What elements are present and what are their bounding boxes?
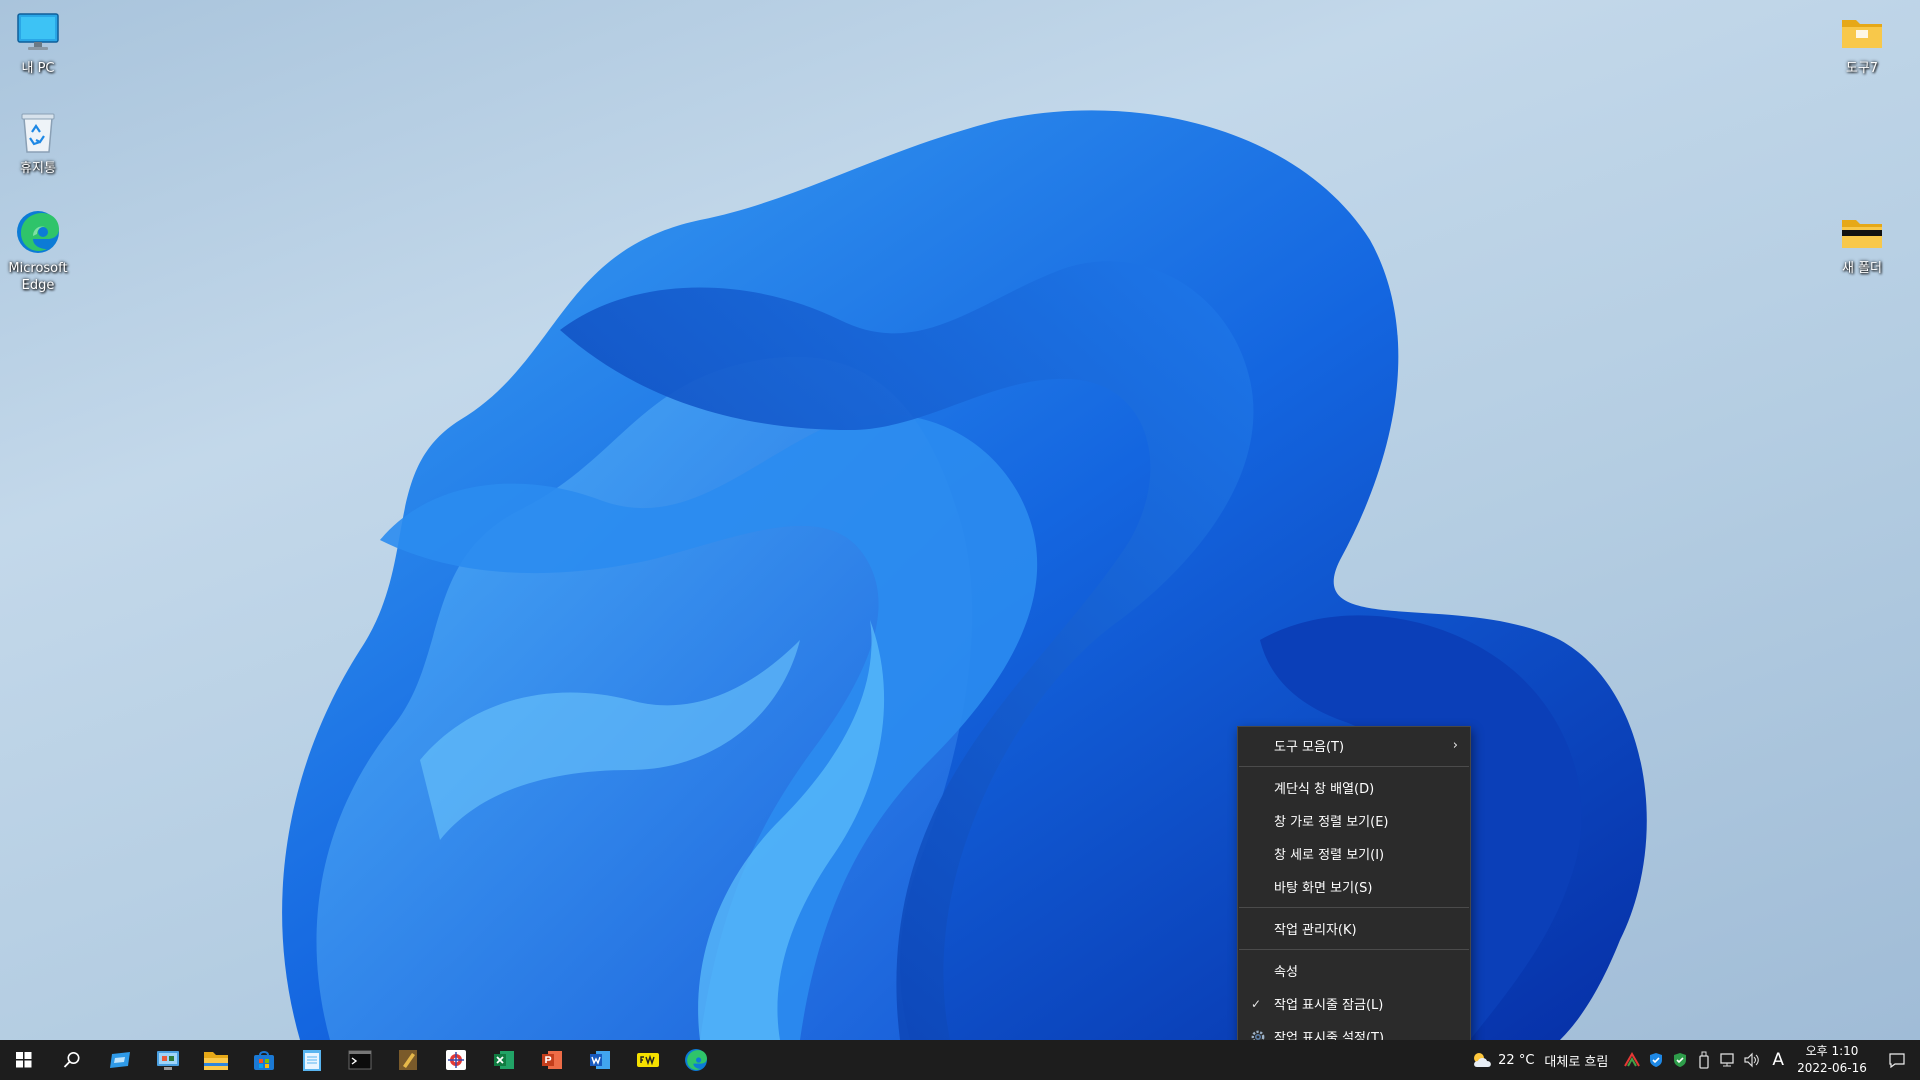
app-tray-icon[interactable] (1620, 1040, 1644, 1080)
taskbar-app-word[interactable] (576, 1040, 624, 1080)
taskbar-app-remote-desktop[interactable] (96, 1040, 144, 1080)
word-icon (590, 1051, 610, 1069)
folder-icon (1838, 8, 1886, 56)
monitor-icon (14, 8, 62, 56)
menu-item-label: 작업 표시줄 잠금(L) (1274, 998, 1384, 1013)
menu-item-cascade-windows[interactable]: 계단식 창 배열(D) (1238, 771, 1470, 804)
powerpoint-icon (542, 1051, 562, 1069)
snipping-app-icon (446, 1050, 466, 1070)
clock-date: 2022-06-16 (1797, 1061, 1867, 1075)
menu-item-label: 바탕 화면 보기(S) (1274, 881, 1373, 896)
desktop-icon-label: 새 폴더 (1841, 261, 1882, 276)
antivirus-shield-icon[interactable] (1668, 1040, 1692, 1080)
edge-icon (14, 208, 62, 256)
volume-icon[interactable] (1740, 1040, 1764, 1080)
weather-icon[interactable] (1470, 1040, 1494, 1080)
control-panel-icon (157, 1051, 179, 1070)
taskbar-app-control-panel[interactable] (144, 1040, 192, 1080)
notes-app-icon (399, 1050, 417, 1070)
desktop-icon-label: 휴지통 (20, 161, 56, 176)
system-tray: 22 °C 대체로 흐림 A 오후 1:10 2022-06-16 (1470, 1040, 1920, 1080)
folder-icon (1838, 208, 1886, 256)
menu-item-label: 작업 관리자(K) (1274, 923, 1357, 938)
clock-time: 오후 1:10 (1805, 1044, 1859, 1058)
start-button[interactable] (0, 1040, 48, 1080)
chevron-right-icon: › (1452, 738, 1458, 753)
taskbar-app-notes[interactable] (384, 1040, 432, 1080)
desktop-icon-recycle-bin[interactable]: 휴지통 (0, 108, 76, 177)
usb-device-icon[interactable] (1692, 1040, 1716, 1080)
search-button[interactable] (48, 1040, 96, 1080)
remote-desktop-icon (110, 1052, 130, 1068)
taskbar-app-edge[interactable] (672, 1040, 720, 1080)
taskbar-app-terminal[interactable] (336, 1040, 384, 1080)
menu-item-task-manager[interactable]: 작업 관리자(K) (1238, 912, 1470, 945)
menu-item-label: 창 세로 정렬 보기(I) (1274, 848, 1385, 863)
desktop-icon-edge[interactable]: Microsoft Edge (0, 208, 76, 294)
taskbar-app-store[interactable] (240, 1040, 288, 1080)
menu-item-show-windows-side-by-side[interactable]: 창 세로 정렬 보기(I) (1238, 837, 1470, 870)
desktop-icon-new-folder[interactable]: 새 폴더 (1824, 208, 1900, 277)
menu-separator (1239, 907, 1469, 908)
network-icon[interactable] (1716, 1040, 1740, 1080)
store-icon (254, 1051, 274, 1070)
search-icon (63, 1052, 80, 1068)
start-icon (16, 1052, 32, 1068)
menu-item-show-desktop[interactable]: 바탕 화면 보기(S) (1238, 870, 1470, 903)
file-explorer-icon (204, 1052, 228, 1070)
clock[interactable]: 오후 1:10 2022-06-16 (1790, 1043, 1874, 1077)
notepad-icon (303, 1050, 321, 1071)
taskbar-app-yellow[interactable] (624, 1040, 672, 1080)
wallpaper-bloom (282, 110, 1647, 1040)
edge-icon (685, 1049, 707, 1071)
menu-item-show-windows-stacked[interactable]: 창 가로 정렬 보기(E) (1238, 804, 1470, 837)
menu-item-label: 도구 모음(T) (1274, 740, 1345, 755)
desktop-icon-folder-tool7[interactable]: 도구7 (1824, 8, 1900, 77)
desktop-icon-my-pc[interactable]: 내 PC (0, 8, 76, 77)
desktop-icon-label: Microsoft Edge (8, 261, 68, 293)
menu-item-properties[interactable]: 속성 (1238, 954, 1470, 987)
security-shield-icon[interactable] (1644, 1040, 1668, 1080)
taskbar-context-menu: 도구 모음(T) › 계단식 창 배열(D) 창 가로 정렬 보기(E) 창 세… (1237, 726, 1471, 1068)
desktop-icon-label: 도구7 (1845, 61, 1879, 76)
recycle-bin-icon (14, 108, 62, 156)
taskbar-app-file-explorer[interactable] (192, 1040, 240, 1080)
excel-icon (494, 1051, 514, 1069)
taskbar-app-powerpoint[interactable] (528, 1040, 576, 1080)
desktop-icon-label: 내 PC (21, 61, 55, 76)
menu-item-label: 속성 (1274, 965, 1298, 980)
checkmark-icon: ✓ (1251, 996, 1262, 1011)
yellow-app-icon (637, 1053, 659, 1067)
menu-item-lock-taskbar[interactable]: ✓ 작업 표시줄 잠금(L) (1238, 987, 1470, 1020)
taskbar-app-notepad[interactable] (288, 1040, 336, 1080)
menu-item-label: 창 가로 정렬 보기(E) (1274, 815, 1389, 830)
terminal-icon (348, 1050, 372, 1070)
weather-temperature[interactable]: 22 °C (1498, 1053, 1534, 1068)
taskbar: 22 °C 대체로 흐림 A 오후 1:10 2022-06-16 (0, 1040, 1920, 1080)
taskbar-app-excel[interactable] (480, 1040, 528, 1080)
menu-separator (1239, 949, 1469, 950)
menu-item-toolbars[interactable]: 도구 모음(T) › (1238, 729, 1470, 762)
menu-item-label: 계단식 창 배열(D) (1274, 782, 1375, 797)
notification-center-button[interactable] (1874, 1040, 1920, 1080)
taskbar-app-snipping[interactable] (432, 1040, 480, 1080)
notification-icon (1889, 1053, 1905, 1068)
menu-separator (1239, 766, 1469, 767)
weather-description[interactable]: 대체로 흐림 (1544, 1051, 1608, 1070)
input-method-indicator[interactable]: A (1772, 1050, 1784, 1070)
